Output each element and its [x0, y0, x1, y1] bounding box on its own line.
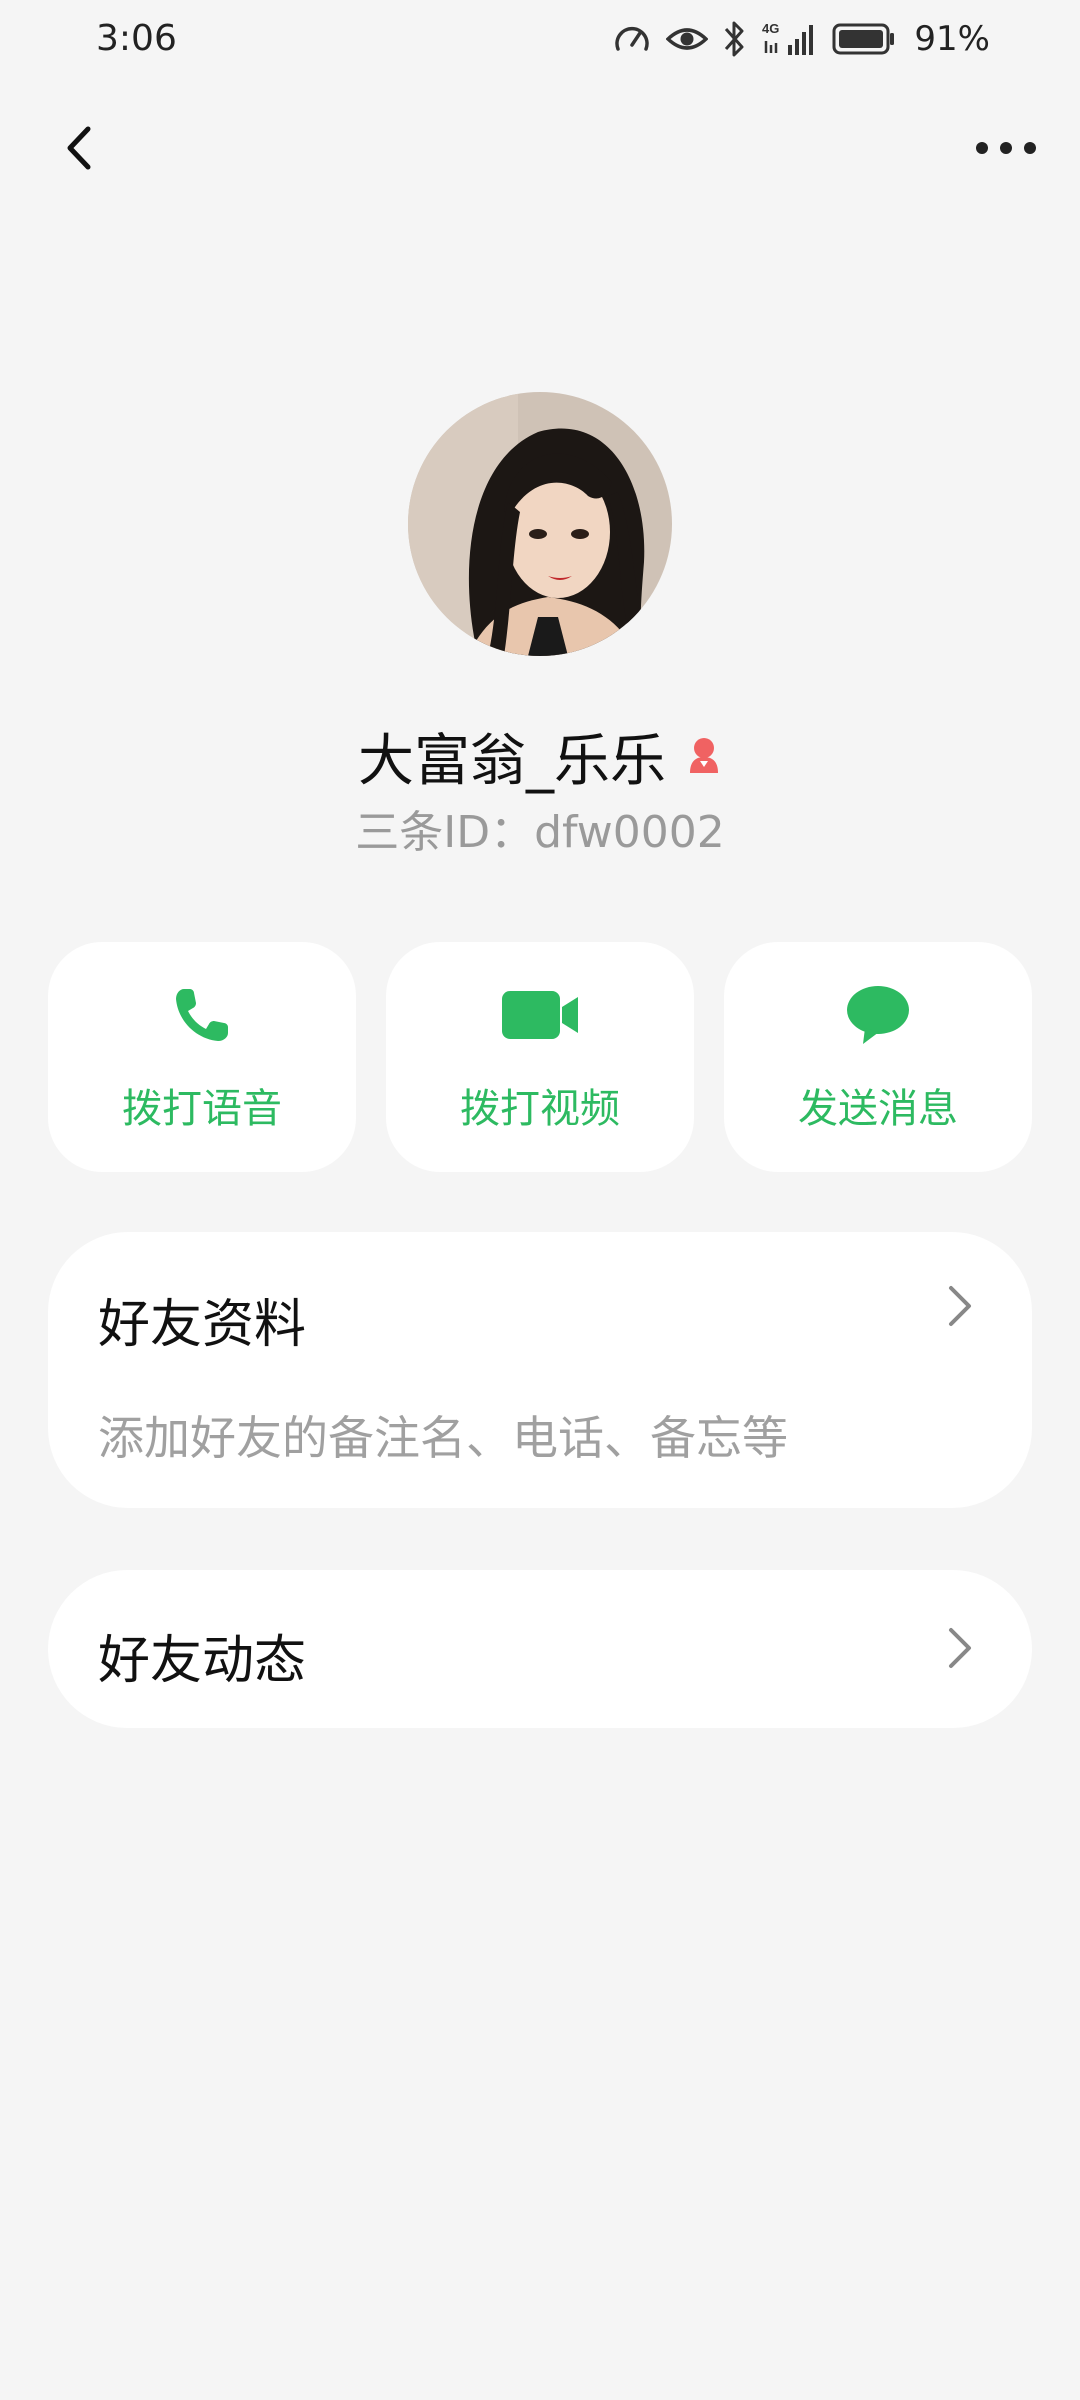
friend-info-card[interactable]: 好友资料 添加好友的备注名、电话、备忘等 [48, 1232, 1032, 1508]
status-icons: 4G 91% [612, 14, 990, 64]
friend-info-title: 好友资料 [98, 1295, 307, 1355]
chat-bubble-icon [845, 980, 911, 1050]
battery-icon [832, 19, 896, 59]
chevron-right-icon [940, 1276, 980, 1336]
speedometer-icon [612, 19, 652, 59]
send-message-label: 发送消息 [798, 1086, 958, 1132]
header [0, 100, 1080, 190]
video-call-button[interactable]: 拨打视频 [386, 942, 694, 1172]
friend-feed-card[interactable]: 好友动态 [48, 1570, 1032, 1728]
friend-feed-title: 好友动态 [98, 1631, 307, 1691]
voice-call-button[interactable]: 拨打语音 [48, 942, 356, 1172]
status-time: 3:06 [96, 18, 177, 59]
more-horizontal-icon [976, 142, 1036, 154]
video-camera-icon [500, 980, 580, 1050]
name-row: 大富翁_乐乐 [0, 716, 1080, 797]
avatar[interactable] [408, 392, 672, 656]
bluetooth-icon [722, 19, 748, 59]
voice-call-label: 拨打语音 [122, 1086, 282, 1132]
send-message-button[interactable]: 发送消息 [724, 942, 1032, 1172]
chevron-left-icon [67, 126, 91, 170]
eye-icon [666, 19, 709, 59]
signal-label: 4G [762, 21, 779, 36]
back-button[interactable] [50, 118, 110, 178]
video-call-label: 拨打视频 [460, 1086, 620, 1132]
battery-percent: 91% [914, 19, 990, 59]
phone-icon [170, 980, 234, 1050]
chevron-right-icon [940, 1618, 980, 1678]
friend-info-subtitle: 添加好友的备注名、电话、备忘等 [98, 1411, 788, 1465]
signal-icon: 4G [762, 19, 818, 59]
status-bar: 3:06 4G 91% [0, 0, 1080, 80]
female-user-icon [686, 735, 722, 779]
avatar-image [408, 392, 672, 656]
user-id-line: 三条ID：dfw0002 [355, 807, 725, 858]
action-buttons: 拨打语音 拨打视频 发送消息 [48, 942, 1032, 1172]
profile-name: 大富翁_乐乐 [358, 729, 666, 794]
more-button[interactable] [966, 118, 1046, 178]
